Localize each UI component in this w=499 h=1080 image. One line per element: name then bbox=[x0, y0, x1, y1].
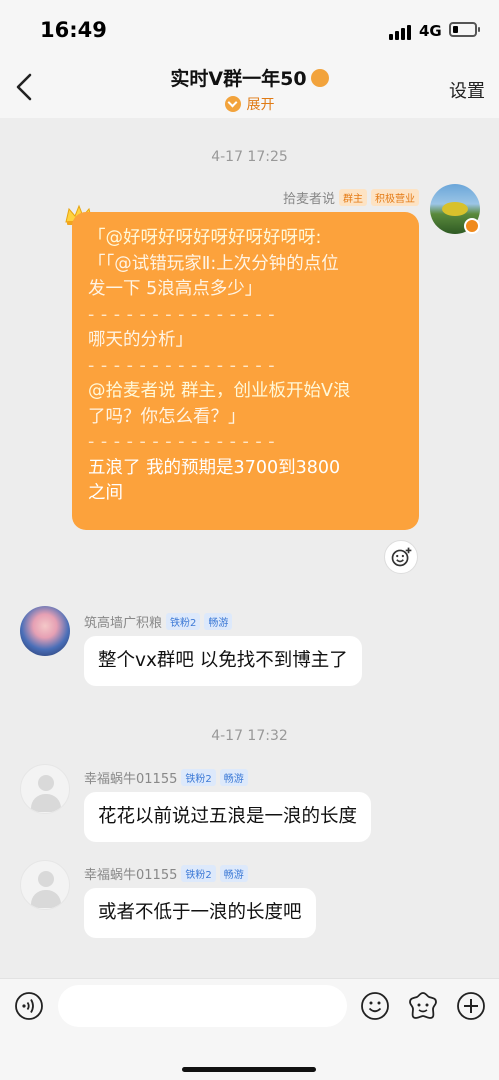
group-title-text: 实时Ⅴ群一年50 bbox=[170, 68, 307, 90]
expand-chevron-icon bbox=[224, 96, 241, 112]
message-line: @拾麦者说 群主，创业板开始Ⅴ浪 bbox=[88, 381, 351, 401]
owner-sender-row: 拾麦者说 群主 积极营业 bbox=[283, 188, 419, 207]
sender-name[interactable]: 幸福蜗牛01155 bbox=[84, 868, 177, 883]
message-line: 之间 bbox=[88, 483, 123, 503]
user-avatar[interactable] bbox=[20, 606, 70, 656]
sender-row: 幸福蜗牛01155 铁粉2 畅游 bbox=[84, 864, 248, 883]
expand-button[interactable]: 展开 bbox=[0, 94, 499, 114]
status-bar: 16:49 4G bbox=[0, 0, 499, 56]
fan-tag: 铁粉2 bbox=[181, 865, 216, 882]
group-title[interactable]: 实时Ⅴ群一年50 bbox=[0, 64, 499, 91]
input-bar bbox=[0, 978, 499, 1080]
nav-bar: 实时Ⅴ群一年50 展开 设置 bbox=[0, 56, 499, 118]
sender-name[interactable]: 幸福蜗牛01155 bbox=[84, 772, 177, 787]
active-tag: 积极营业 bbox=[371, 189, 419, 206]
fan-tag: 铁粉2 bbox=[181, 769, 216, 786]
signal-icon bbox=[389, 24, 413, 40]
message-input[interactable] bbox=[58, 985, 347, 1027]
message-line: 「「@试错玩家Ⅱ:上次分钟的点位 bbox=[88, 253, 339, 274]
verified-badge-icon bbox=[464, 218, 480, 234]
message-line: 发一下 5浪高点多少」 bbox=[88, 279, 263, 299]
timestamp: 4-17 17:32 bbox=[211, 728, 288, 744]
group-badge-icon bbox=[310, 69, 329, 87]
add-reaction-icon[interactable] bbox=[384, 540, 418, 574]
sender-row: 幸福蜗牛01155 铁粉2 畅游 bbox=[84, 768, 248, 787]
roam-tag: 畅游 bbox=[219, 865, 248, 882]
message-bubble[interactable]: 整个vx群吧 以免找不到博主了 bbox=[84, 636, 362, 686]
chat-area[interactable]: 4-17 17:25 拾麦者说 群主 积极营业 「@好呀好呀好呀好呀好呀呀: 「「@… bbox=[0, 118, 499, 978]
message-divider: - - - - - - - - - - - - - - - bbox=[88, 432, 276, 452]
timestamp: 4-17 17:25 bbox=[211, 149, 288, 165]
message-line: 「@好呀好呀好呀好呀好呀呀: bbox=[88, 228, 322, 248]
battery-icon bbox=[449, 22, 480, 37]
message-line: 五浪了 我的预期是3700到3800 bbox=[88, 457, 341, 478]
voice-icon[interactable] bbox=[14, 991, 44, 1021]
home-indicator bbox=[182, 1067, 316, 1072]
sticker-icon[interactable] bbox=[408, 991, 438, 1021]
sender-name[interactable]: 筑高墙广积粮 bbox=[84, 616, 162, 631]
user-avatar[interactable] bbox=[20, 764, 70, 814]
message-bubble[interactable]: 或者不低于一浪的长度吧 bbox=[84, 888, 316, 938]
expand-label: 展开 bbox=[246, 97, 275, 113]
network-label: 4G bbox=[419, 22, 442, 40]
message-line: 了吗？你怎么看？」 bbox=[88, 406, 246, 427]
plus-icon[interactable] bbox=[456, 991, 486, 1021]
message-line: 哪天的分析」 bbox=[88, 330, 193, 350]
emoji-icon[interactable] bbox=[360, 991, 390, 1021]
battery-level bbox=[453, 26, 458, 33]
message-divider: - - - - - - - - - - - - - - - bbox=[88, 355, 276, 376]
roam-tag: 畅游 bbox=[204, 613, 233, 630]
status-time: 16:49 bbox=[40, 18, 107, 42]
roam-tag: 畅游 bbox=[219, 769, 248, 786]
fan-tag: 铁粉2 bbox=[166, 613, 201, 630]
owner-message-bubble[interactable]: 「@好呀好呀好呀好呀好呀呀: 「「@试错玩家Ⅱ:上次分钟的点位 发一下 5浪高点… bbox=[72, 212, 419, 530]
message-bubble[interactable]: 花花以前说过五浪是一浪的长度 bbox=[84, 792, 372, 842]
user-avatar[interactable] bbox=[20, 860, 70, 910]
owner-tag: 群主 bbox=[339, 189, 367, 206]
settings-button[interactable]: 设置 bbox=[449, 77, 485, 103]
sender-row: 筑高墙广积粮 铁粉2 畅游 bbox=[84, 612, 233, 631]
message-divider: - - - - - - - - - - - - - - - bbox=[88, 304, 276, 325]
sender-name[interactable]: 拾麦者说 bbox=[283, 192, 335, 207]
